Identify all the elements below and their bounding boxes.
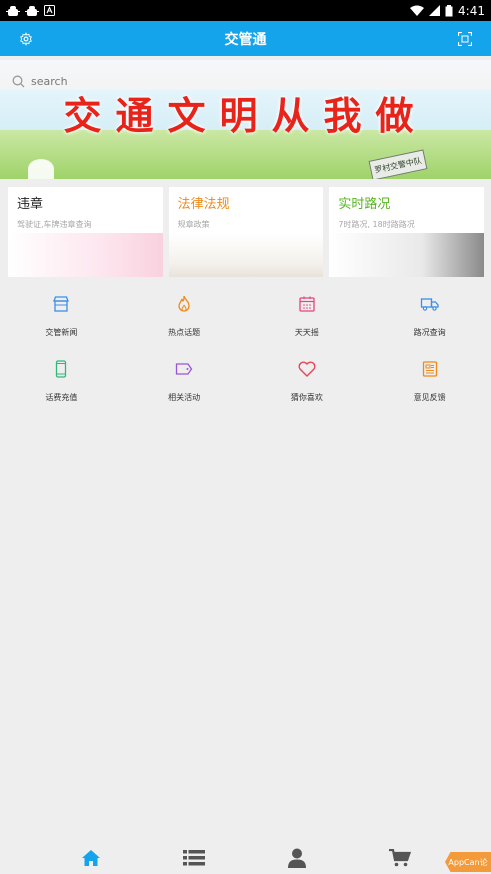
card-image: [168, 233, 324, 277]
nav-home[interactable]: [73, 842, 109, 874]
heart-icon: [296, 358, 318, 380]
scan-button[interactable]: [447, 21, 483, 56]
card-title: 违章: [17, 197, 44, 212]
status-left: [6, 5, 55, 17]
grid-label: 交管新闻: [45, 328, 78, 337]
status-right: 4:41: [410, 3, 485, 18]
newspaper-icon: [419, 358, 441, 380]
battery-icon: [445, 4, 453, 16]
grid-label: 热点话题: [168, 328, 201, 337]
home-icon: [82, 850, 101, 866]
search-bar[interactable]: search: [12, 71, 312, 91]
banner-slogan: 交通文明从我做: [63, 93, 428, 138]
store-icon: [50, 293, 72, 315]
tag-icon: [173, 358, 195, 380]
grid-item-road-query[interactable]: 路况查询: [368, 293, 491, 340]
fire-icon: [173, 293, 195, 315]
gear-icon: [20, 31, 32, 46]
violation-card[interactable]: 违章 驾驶证,车牌违章查询: [8, 187, 163, 277]
laws-card[interactable]: 法律法规 规章政策: [168, 187, 324, 277]
grid-label: 天天摇: [294, 328, 319, 337]
card-subtitle: 驾驶证,车牌违章查询: [17, 220, 92, 229]
cart-icon: [388, 849, 411, 867]
status-bar: 4:41: [0, 0, 491, 21]
status-time: 4:41: [458, 3, 485, 18]
notification-a-icon: [44, 5, 55, 16]
list-icon: [183, 850, 206, 866]
nav-list[interactable]: [176, 842, 212, 874]
grid-item-hot-topics[interactable]: 热点话题: [123, 293, 246, 340]
search-icon: [12, 75, 25, 87]
function-grid: 交管新闻 热点话题 天天摇 路况查询 话费充值 相关活动 猜你喜欢 意见反馈: [0, 293, 491, 405]
card-image: [8, 233, 163, 277]
grid-item-feedback[interactable]: 意见反馈: [368, 358, 491, 405]
appcan-badge[interactable]: AppCan论: [445, 852, 491, 872]
android-bug-icon: [6, 5, 20, 16]
grid-item-daily-shake[interactable]: 天天摇: [246, 293, 369, 340]
card-subtitle: 7时路况, 18时路路况: [338, 220, 415, 229]
nav-cart[interactable]: [382, 842, 418, 874]
traffic-card[interactable]: 实时路况 7时路况, 18时路路况: [329, 187, 485, 277]
user-icon: [287, 848, 306, 868]
grid-item-recharge[interactable]: 话费充值: [0, 358, 123, 405]
settings-button[interactable]: [8, 21, 44, 56]
grid-item-guess-like[interactable]: 猜你喜欢: [246, 358, 369, 405]
android-bug-icon: [25, 5, 39, 16]
phone-icon: [50, 358, 72, 380]
card-title: 法律法规: [177, 197, 230, 212]
app-title: 交管通: [224, 31, 267, 48]
card-image: [329, 233, 485, 277]
card-subtitle: 规章政策: [177, 220, 210, 229]
card-title: 实时路况: [338, 197, 391, 212]
search-input[interactable]: search: [31, 75, 68, 88]
grid-label: 路况查询: [413, 328, 446, 337]
wifi-icon: [410, 5, 425, 16]
banner-sign: 罗村交警中队: [368, 149, 428, 179]
calendar-icon: [296, 293, 318, 315]
grid-item-activities[interactable]: 相关活动: [123, 358, 246, 405]
app-bar: 交管通: [0, 21, 491, 56]
grid-label: 意见反馈: [413, 393, 446, 402]
truck-icon: [419, 293, 441, 315]
grid-label: 猜你喜欢: [290, 393, 323, 402]
scan-icon: [458, 31, 472, 46]
bottom-nav: [0, 842, 491, 874]
grid-label: 相关活动: [168, 393, 201, 402]
nav-user[interactable]: [279, 842, 315, 874]
signal-icon: [429, 5, 441, 16]
banner-decoration: [28, 159, 54, 179]
grid-item-news[interactable]: 交管新闻: [0, 293, 123, 340]
feature-cards: 违章 驾驶证,车牌违章查询 法律法规 规章政策 实时路况 7时路况, 18时路路…: [8, 187, 485, 277]
grid-label: 话费充值: [45, 393, 78, 402]
